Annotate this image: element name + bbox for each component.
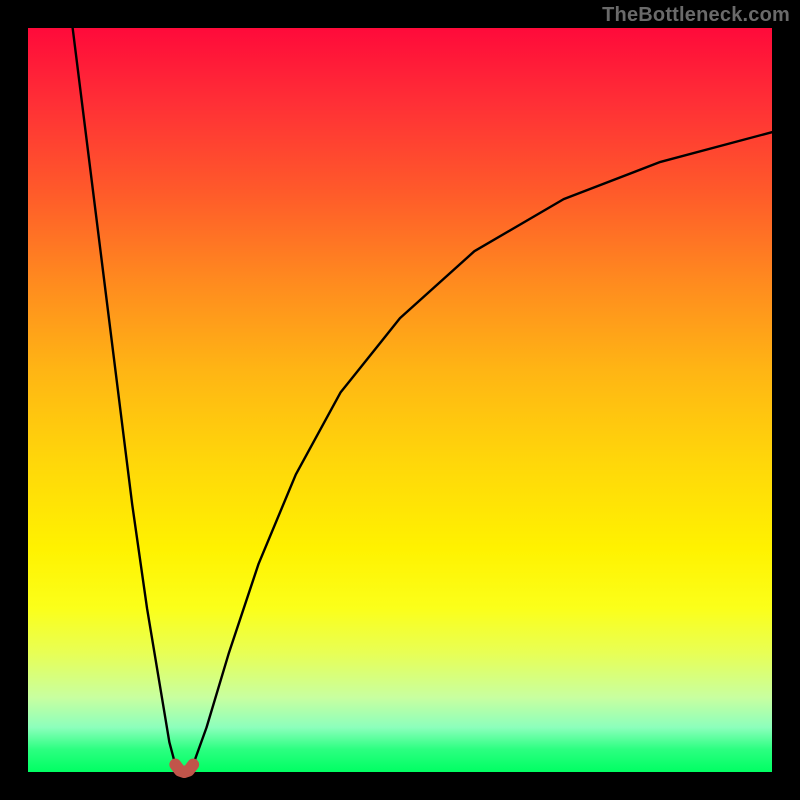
curve-right-branch bbox=[193, 132, 772, 764]
watermark-text: TheBottleneck.com bbox=[602, 4, 790, 27]
plot-area bbox=[28, 28, 772, 772]
chart-frame: TheBottleneck.com bbox=[0, 0, 800, 800]
curve-svg bbox=[28, 28, 772, 772]
curve-valley-cap bbox=[175, 765, 193, 772]
curve-left-branch bbox=[73, 28, 176, 765]
